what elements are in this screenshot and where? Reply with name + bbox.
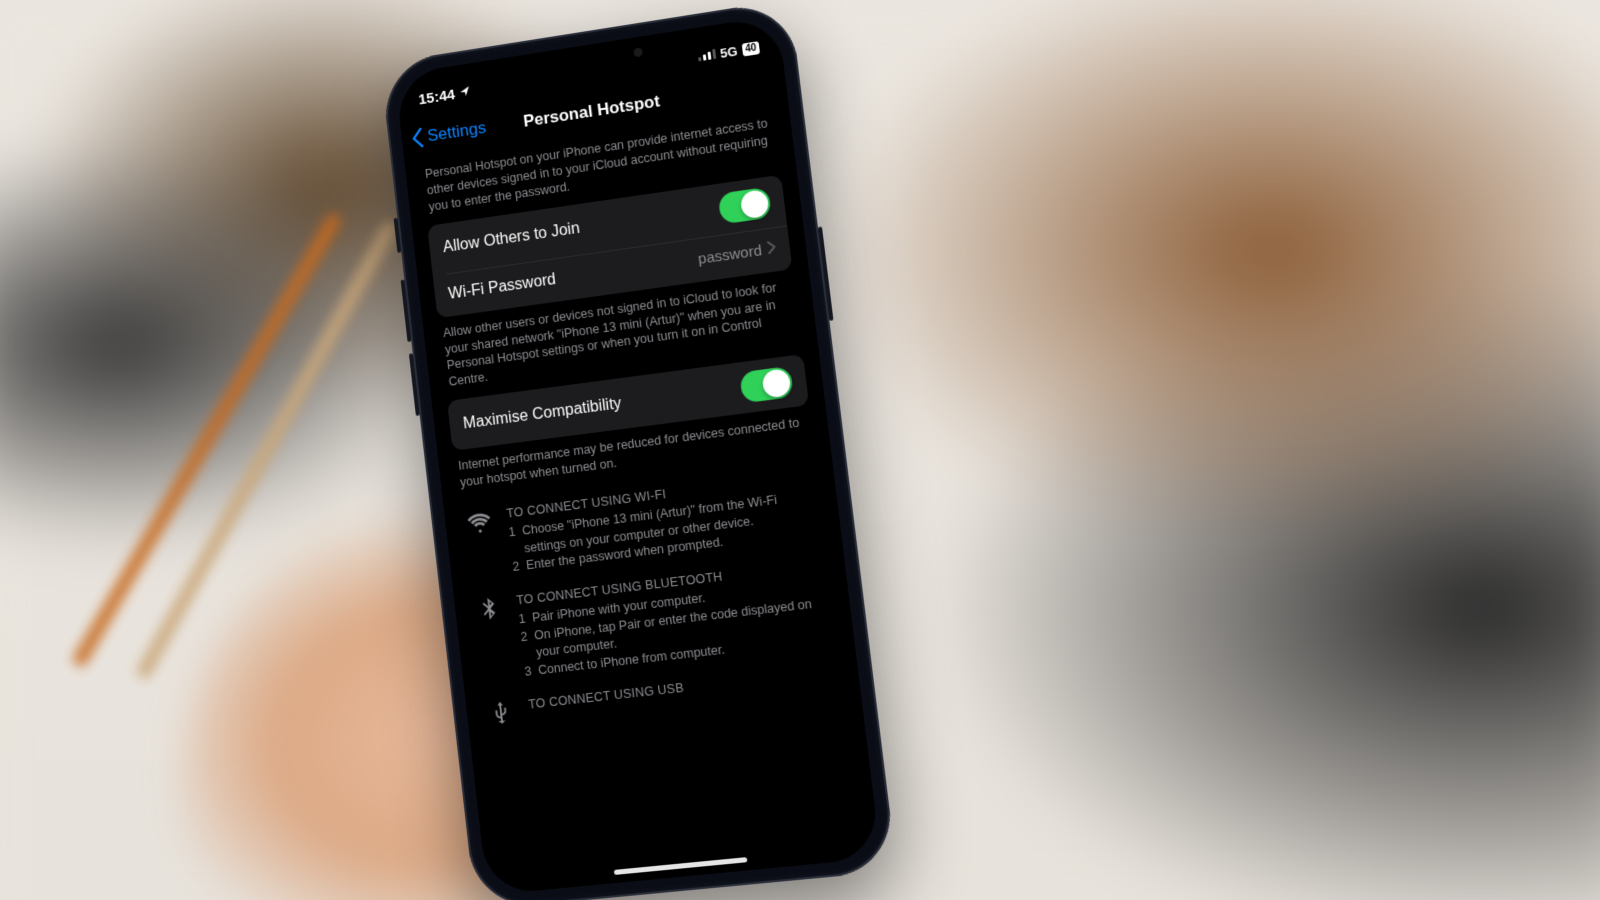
wifi-password-label: Wi-Fi Password (447, 271, 556, 304)
content: Personal Hotspot on your iPhone can prov… (404, 104, 881, 895)
usb-icon (485, 699, 517, 726)
maximise-compat-label: Maximise Compatibility (462, 395, 622, 433)
usb-heading: TO CONNECT USING USB (528, 680, 685, 714)
screen: 15:44 5G 40 Settings Personal Hotspot Pe… (395, 15, 881, 895)
allow-others-toggle[interactable] (718, 186, 772, 224)
bluetooth-icon (473, 594, 512, 686)
allow-others-label: Allow Others to Join (442, 220, 581, 257)
network-type: 5G (719, 43, 738, 60)
wifi-password-value: password (697, 242, 763, 268)
status-time: 15:44 (418, 86, 456, 108)
chevron-right-icon (767, 240, 777, 258)
location-icon (459, 83, 472, 101)
wifi-icon (463, 507, 500, 581)
battery-percent: 40 (741, 41, 760, 56)
back-label: Settings (426, 118, 487, 146)
maximise-compat-toggle[interactable] (739, 366, 794, 404)
cellular-signal-icon (697, 49, 716, 62)
